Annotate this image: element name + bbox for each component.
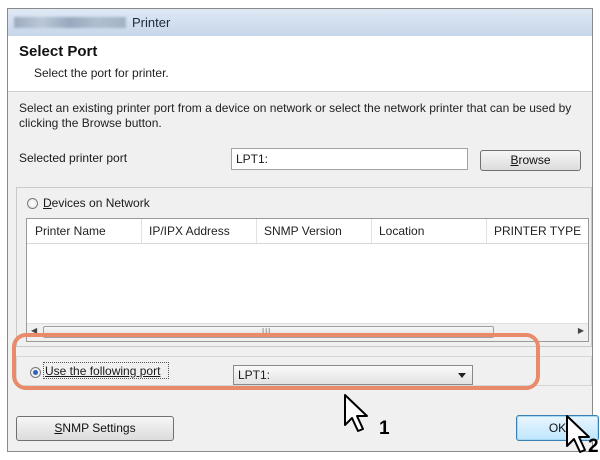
selected-port-label: Selected printer port	[19, 151, 128, 165]
instructions-text: Select an existing printer port from a d…	[19, 101, 572, 130]
window-title: Printer	[132, 15, 171, 30]
devices-on-network-radio[interactable]	[27, 198, 38, 209]
browse-access-key: B	[510, 153, 519, 167]
column-divider[interactable]	[486, 219, 487, 243]
page-title: Select Port	[19, 43, 98, 60]
title-bar: Printer	[8, 9, 592, 37]
column-divider[interactable]	[141, 219, 142, 243]
column-divider[interactable]	[371, 219, 372, 243]
column-ip-address[interactable]: IP/IPX Address	[149, 224, 230, 238]
blurred-title-prefix	[14, 17, 126, 28]
column-divider[interactable]	[256, 219, 257, 243]
column-printer-name[interactable]: Printer Name	[35, 224, 106, 238]
printer-list[interactable]: Printer Name IP/IPX Address SNMP Version…	[26, 218, 589, 342]
browse-label: rowse	[518, 153, 551, 167]
devices-label-text: evices on Network	[51, 196, 150, 210]
wizard-header: Select Port Select the port for printer.	[8, 36, 592, 92]
callout-highlight	[12, 333, 540, 390]
column-snmp-version[interactable]: SNMP Version	[264, 224, 342, 238]
scroll-right-icon[interactable]: ▶	[578, 326, 584, 335]
column-location[interactable]: Location	[379, 224, 424, 238]
devices-group: Devices on Network Printer Name IP/IPX A…	[16, 187, 592, 347]
snmp-settings-button[interactable]: SNMP Settings	[16, 416, 174, 441]
mouse-pointer-icon	[344, 394, 368, 432]
list-header: Printer Name IP/IPX Address SNMP Version…	[27, 219, 588, 244]
snmp-label-text: NMP Settings	[62, 421, 136, 435]
devices-access-key: D	[43, 196, 52, 210]
step-number-1: 1	[379, 418, 390, 439]
step-number-2: 2	[588, 436, 599, 457]
page-subtitle: Select the port for printer.	[34, 66, 169, 80]
devices-on-network-label[interactable]: Devices on Network	[43, 196, 150, 210]
browse-button[interactable]: Browse	[480, 150, 581, 171]
column-printer-type[interactable]: PRINTER TYPE	[494, 224, 581, 238]
selected-port-field[interactable]: LPT1:	[231, 148, 468, 170]
